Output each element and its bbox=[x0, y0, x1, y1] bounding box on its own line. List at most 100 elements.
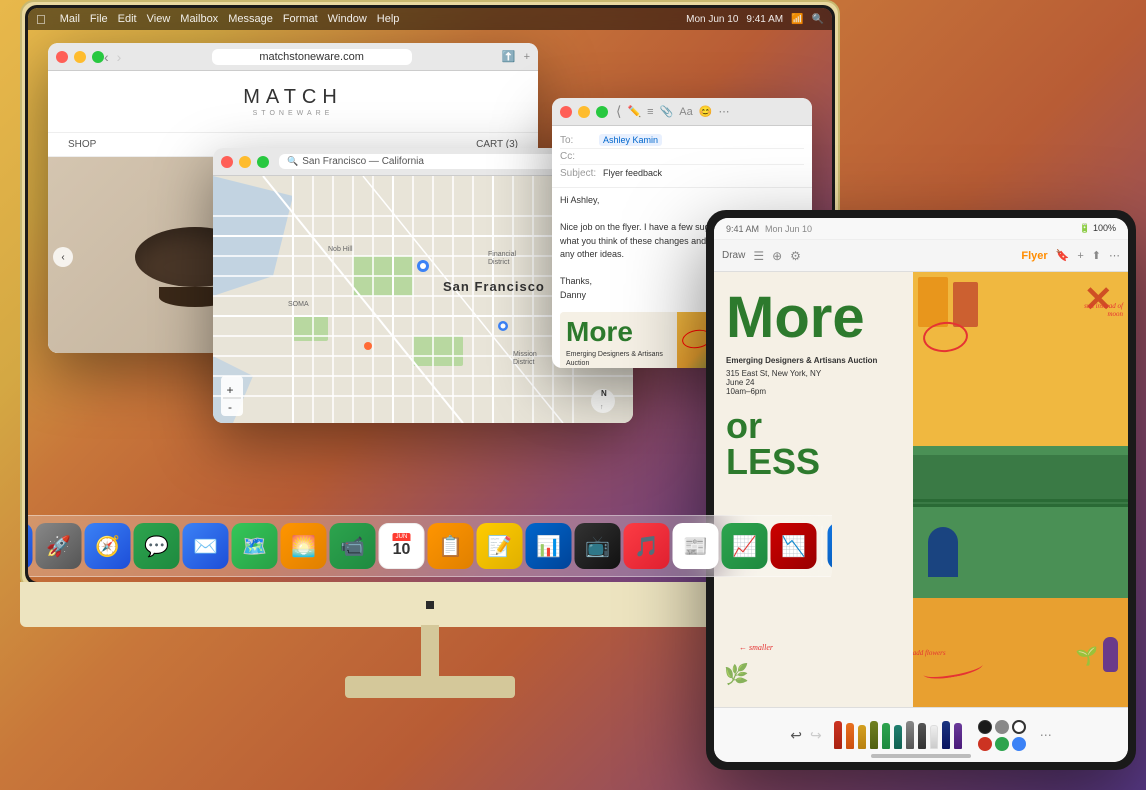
ipad-pen-purple[interactable] bbox=[954, 723, 962, 749]
ipad-pen-red[interactable] bbox=[834, 721, 842, 749]
dock-keynote-icon[interactable]: 📊 bbox=[526, 523, 572, 569]
mail-toolbar-list-icon[interactable]: ≡ bbox=[647, 106, 653, 118]
mail-cc-field: Cc: bbox=[560, 149, 804, 165]
dock-news-icon[interactable]: 📰 bbox=[673, 523, 719, 569]
ipad-plant-icon-left: 🌿 bbox=[724, 662, 749, 687]
mail-cc-label: Cc: bbox=[560, 151, 595, 162]
dock-maps-icon[interactable]: 🗺️ bbox=[232, 523, 278, 569]
dock-messages-icon[interactable]: 💬 bbox=[134, 523, 180, 569]
dock-photos-icon[interactable]: 🌅 bbox=[281, 523, 327, 569]
safari-maximize-btn[interactable] bbox=[92, 51, 104, 63]
ipad-pen-darkblue[interactable] bbox=[942, 721, 950, 749]
dock-launchpad-icon[interactable]: 🚀 bbox=[36, 523, 82, 569]
ipad-share-icon[interactable]: ⬆ bbox=[1092, 249, 1101, 262]
mail-subject-value[interactable]: Flyer feedback bbox=[599, 167, 666, 179]
mail-maximize-btn[interactable] bbox=[596, 106, 608, 118]
menubar-search-icon[interactable]: 🔍 bbox=[812, 14, 824, 25]
dock-facetime-icon[interactable]: 📹 bbox=[330, 523, 376, 569]
mail-toolbar-pen-icon[interactable]: ✏️ bbox=[627, 105, 641, 118]
dock-mail-icon[interactable]: ✉️ bbox=[183, 523, 229, 569]
mail-toolbar-emoji-icon[interactable]: 😊 bbox=[699, 105, 713, 118]
svg-text:Financial: Financial bbox=[488, 251, 516, 258]
ipad-undo-icon[interactable]: ↩ bbox=[790, 727, 802, 744]
dock-calendar-icon[interactable]: JUN 10 bbox=[379, 523, 425, 569]
dock-grapher-icon[interactable]: 📉 bbox=[771, 523, 817, 569]
ipad-home-indicator bbox=[871, 754, 971, 758]
ipad-color-black[interactable] bbox=[978, 720, 992, 734]
ipad-grid-icon[interactable]: ⊕ bbox=[772, 249, 782, 263]
ipad-add-icon[interactable]: + bbox=[1077, 250, 1083, 262]
safari-share-icon[interactable]: ⬆️ bbox=[502, 50, 516, 63]
mail-toolbar-attach-icon[interactable]: 📎 bbox=[660, 105, 674, 118]
ipad-color-blue[interactable] bbox=[1012, 737, 1026, 751]
ipad-pen-tools-row: ↩ ↪ bbox=[790, 720, 1051, 751]
ipad-color-green[interactable] bbox=[995, 737, 1009, 751]
product-prev-icon[interactable]: ‹ bbox=[53, 247, 73, 267]
maps-close-btn[interactable] bbox=[221, 156, 233, 168]
ipad-time-display: 9:41 AM bbox=[726, 224, 759, 234]
ipad-bookmark-icon[interactable]: 🔖 bbox=[1056, 249, 1070, 262]
safari-forward-icon[interactable]: › bbox=[117, 49, 122, 65]
svg-text:SOMA: SOMA bbox=[288, 301, 309, 308]
mail-to-field: To: Ashley Kamin bbox=[560, 132, 804, 149]
ipad-more-icon[interactable]: ⋯ bbox=[1109, 249, 1120, 262]
ipad-pen-teal[interactable] bbox=[894, 725, 902, 749]
mail-close-btn[interactable] bbox=[560, 106, 572, 118]
menubar-edit[interactable]: Edit bbox=[118, 13, 137, 25]
ipad-pen-orange[interactable] bbox=[846, 723, 854, 749]
ipad-pen-white[interactable] bbox=[930, 725, 938, 749]
ipad-redo-icon[interactable]: ↪ bbox=[810, 727, 822, 744]
menubar-mail[interactable]: Mail bbox=[60, 13, 80, 25]
dock: 🐟 🚀 🧭 💬 ✉️ bbox=[28, 515, 832, 577]
ipad-pen-olive[interactable] bbox=[870, 721, 878, 749]
dock-notes-icon[interactable]: 📝 bbox=[477, 523, 523, 569]
mail-toolbar-font-icon[interactable]: Aa bbox=[679, 106, 692, 118]
mail-toolbar-arrow-icon[interactable]: ⟨ bbox=[616, 103, 621, 120]
ipad-pen-green[interactable] bbox=[882, 723, 890, 749]
dock-reminders-icon[interactable]: 📋 bbox=[428, 523, 474, 569]
maps-minimize-btn[interactable] bbox=[239, 156, 251, 168]
ipad-flyer-right: ✕ 🌱 sun instead of moon bbox=[913, 272, 1128, 707]
ipad-vase-icon bbox=[1103, 637, 1118, 672]
safari-minimize-btn[interactable] bbox=[74, 51, 86, 63]
dock-numbers-icon[interactable]: 📈 bbox=[722, 523, 768, 569]
menubar-mailbox[interactable]: Mailbox bbox=[180, 13, 218, 25]
ipad-statusbar: 9:41 AM Mon Jun 10 🔋 100% bbox=[714, 218, 1128, 240]
ipad-list-icon[interactable]: ☰ bbox=[753, 249, 764, 263]
ipad-pen-gray[interactable] bbox=[906, 721, 914, 749]
menubar-window[interactable]: Window bbox=[328, 13, 367, 25]
ipad-pen-darkgray[interactable] bbox=[918, 723, 926, 749]
mail-to-value[interactable]: Ashley Kamin bbox=[599, 134, 662, 146]
menubar-message[interactable]: Message bbox=[228, 13, 273, 25]
mail-toolbar-more-icon[interactable]: ⋯ bbox=[718, 105, 729, 118]
ipad-tools-more-icon[interactable]: ⋯ bbox=[1040, 728, 1052, 742]
menubar-file[interactable]: File bbox=[90, 13, 108, 25]
dock-appstore-icon[interactable]: 🛍️ bbox=[828, 523, 833, 569]
ipad-color-gray[interactable] bbox=[995, 720, 1009, 734]
ipad-event-details: Emerging Designers & Artisans Auction bbox=[726, 355, 909, 367]
ipad-draw-btn[interactable]: Draw bbox=[722, 250, 745, 261]
dock-music-icon[interactable]: 🎵 bbox=[624, 523, 670, 569]
svg-text:+: + bbox=[226, 383, 233, 397]
dock-safari-icon[interactable]: 🧭 bbox=[85, 523, 131, 569]
imac-camera bbox=[426, 601, 434, 609]
ipad-color-white[interactable] bbox=[1012, 720, 1026, 734]
imac-stand-neck bbox=[421, 625, 439, 680]
menubar-view[interactable]: View bbox=[147, 13, 171, 25]
menubar-wifi-icon: 📶 bbox=[791, 14, 803, 25]
ipad-flyer-left: More Emerging Designers & Artisans Aucti… bbox=[714, 272, 921, 707]
menubar-format[interactable]: Format bbox=[283, 13, 318, 25]
safari-close-btn[interactable] bbox=[56, 51, 68, 63]
safari-shop-link[interactable]: SHOP bbox=[68, 139, 96, 150]
safari-new-tab-icon[interactable]: + bbox=[524, 51, 530, 63]
menubar-help[interactable]: Help bbox=[377, 13, 400, 25]
mail-minimize-btn[interactable] bbox=[578, 106, 590, 118]
safari-url-bar[interactable]: matchstoneware.com bbox=[212, 49, 412, 65]
dock-appletv-icon[interactable]: 📺 bbox=[575, 523, 621, 569]
ipad-settings-icon[interactable]: ⚙ bbox=[790, 249, 801, 263]
ipad-color-red[interactable] bbox=[978, 737, 992, 751]
maps-maximize-btn[interactable] bbox=[257, 156, 269, 168]
ipad-pen-yellow[interactable] bbox=[858, 725, 866, 749]
dock-finder-icon[interactable]: 🐟 bbox=[28, 523, 33, 569]
safari-back-icon[interactable]: ‹ bbox=[104, 49, 109, 65]
